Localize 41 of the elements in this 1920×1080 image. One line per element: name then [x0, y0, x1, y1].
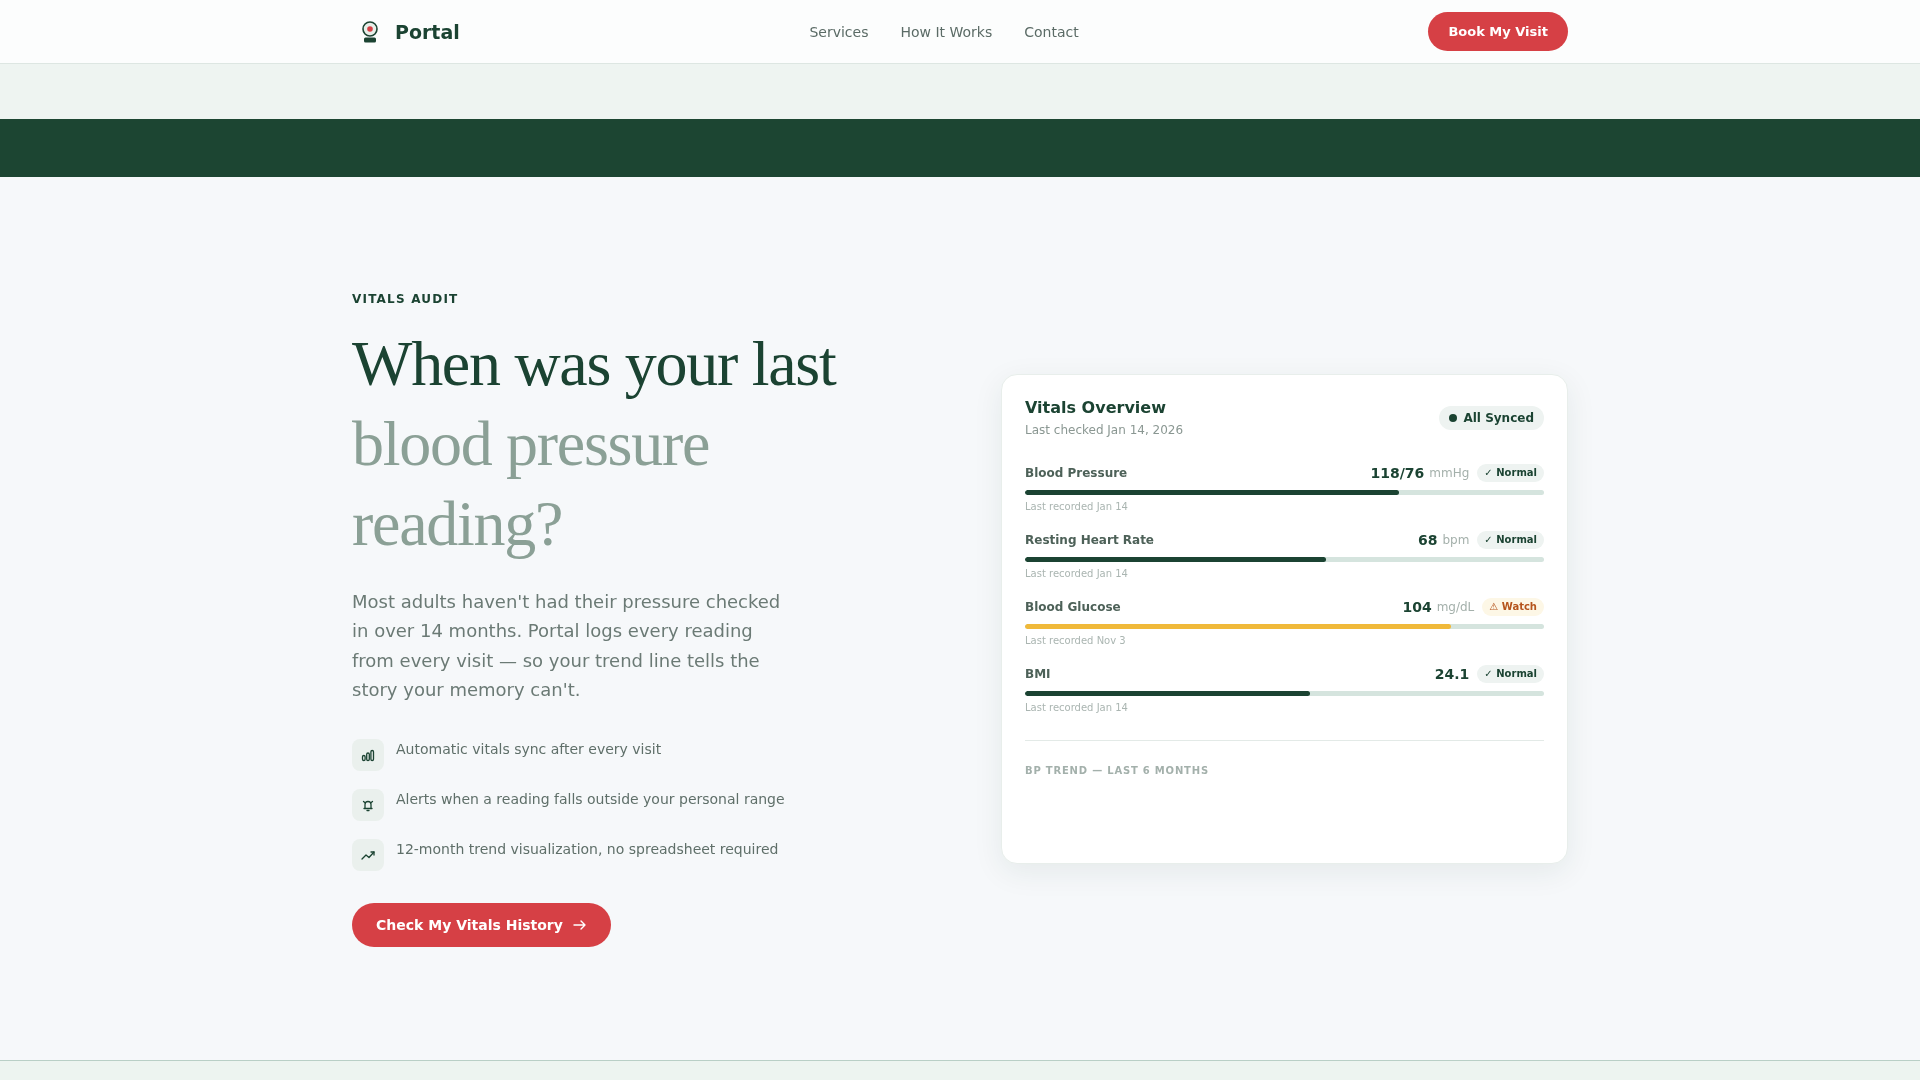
nav-link[interactable]: Contact	[1024, 23, 1079, 40]
metric-value: 118/76	[1370, 464, 1425, 481]
status-badge: ✓ Normal	[1477, 530, 1544, 549]
bell-icon	[352, 788, 384, 821]
recorded-date: Last recorded Nov 3	[1025, 634, 1127, 647]
brand-name: Portal	[395, 20, 460, 43]
recorded-date: Last recorded Jan 14	[1025, 500, 1129, 513]
status-badge: ✓ Normal	[1477, 463, 1544, 482]
metric-value: 24.1	[1434, 665, 1470, 682]
metric-value: 104	[1402, 598, 1432, 615]
status-badge: ✓ Normal	[1477, 664, 1544, 683]
bar-chart-icon	[352, 738, 384, 771]
nav-link[interactable]: Services	[809, 23, 869, 40]
arrow-right-icon	[572, 918, 587, 931]
recorded-date: Last recorded Jan 14	[1025, 567, 1129, 580]
sync-label: All Synced	[1463, 410, 1534, 425]
card-subtitle: Last checked Jan 14, 2026	[1025, 421, 1184, 438]
intro-paragraph: Most adults haven't had their pressure checked in over 14 months. Portal logs every reading from every visit — so your trend line tells the story your memory can't.	[352, 589, 782, 702]
card-title: Vitals Overview	[1025, 397, 1167, 418]
feature-text: Automatic vitals sync after every visit	[396, 739, 662, 759]
metric-name: Blood Glucose	[1025, 599, 1121, 614]
feature-text: 12-month trend visualization, no spreadsheet required	[396, 839, 779, 859]
metric-name: Resting Heart Rate	[1025, 532, 1154, 547]
metric-value: 68	[1417, 531, 1438, 548]
feature-text: Alerts when a reading falls outside your personal range	[396, 789, 785, 809]
vitals-history-button[interactable]: Check My Vitals History	[352, 902, 611, 947]
trend-heading: BP TREND — LAST 6 MONTHS	[1025, 764, 1209, 776]
nav-link[interactable]: How It Works	[900, 23, 993, 40]
book-visit-button[interactable]: Book My Visit	[1428, 12, 1568, 51]
metric-unit: mmHg	[1429, 465, 1470, 480]
trend-up-icon	[352, 838, 384, 871]
recorded-date: Last recorded Jan 14	[1025, 701, 1129, 714]
logo-icon	[360, 19, 380, 44]
metric-name: Blood Pressure	[1025, 465, 1128, 480]
headline: When was your last blood pressure reading?	[352, 326, 838, 561]
metric-unit: bpm	[1442, 532, 1470, 547]
status-dot-icon	[1449, 413, 1458, 422]
metric-name: BMI	[1025, 666, 1051, 681]
status-badge: ⚠ Watch	[1482, 597, 1544, 616]
metric-unit: mg/dL	[1436, 599, 1475, 614]
eyebrow-label: VITALS AUDIT	[352, 290, 459, 307]
